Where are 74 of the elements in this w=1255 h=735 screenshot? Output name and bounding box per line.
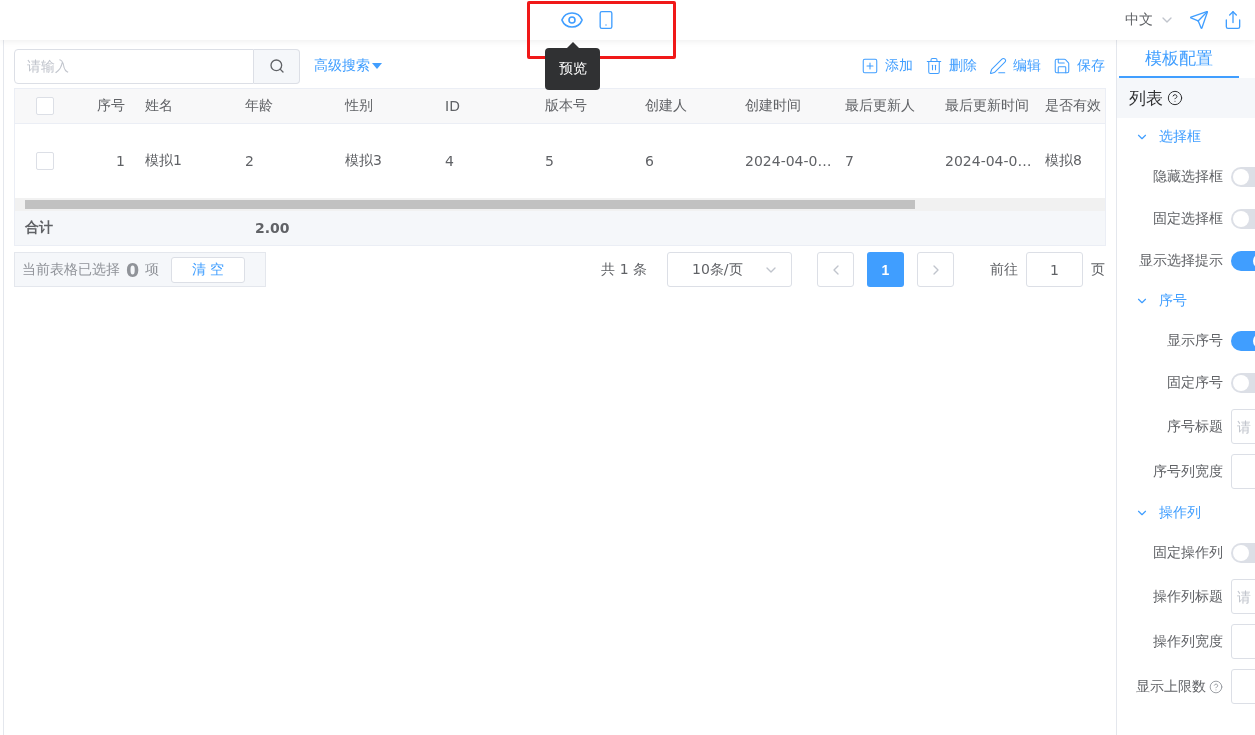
setting-label: 操作列宽度 <box>1152 632 1223 651</box>
setting-label: 隐藏选择框 <box>1152 168 1223 186</box>
column-header: 创建人 <box>644 97 688 115</box>
total-count: 共 1 条 <box>601 260 647 279</box>
group-header[interactable]: 序号 <box>1117 282 1255 320</box>
help-icon[interactable] <box>1167 90 1183 106</box>
setting-label: 显示上限数 <box>1117 677 1223 696</box>
page-button[interactable]: 1 <box>867 252 904 287</box>
trash-icon <box>925 57 943 75</box>
setting-label: 固定操作列 <box>1152 544 1223 562</box>
section-title: 列表 <box>1129 86 1163 110</box>
column-header: 是否有效 <box>1044 97 1102 115</box>
next-page-button[interactable] <box>917 252 954 287</box>
send-icon[interactable] <box>1189 10 1209 30</box>
advanced-search-link[interactable]: 高级搜索 <box>314 57 382 75</box>
save-button[interactable]: 保存 <box>1053 57 1105 75</box>
summary-label: 合计 <box>24 219 54 237</box>
search-field[interactable]: 请输入 <box>14 48 254 84</box>
selection-text: 当前表格已选择 <box>22 260 120 279</box>
goto-unit: 页 <box>1091 260 1105 279</box>
setting-label: 显示序号 <box>1166 332 1223 350</box>
column-header: 最后更新时间 <box>944 97 1030 115</box>
table-cell-text: 5 <box>544 153 555 169</box>
column-header: 年龄 <box>244 97 274 115</box>
search-button[interactable] <box>254 48 300 84</box>
table-cell-text: 4 <box>444 153 455 169</box>
table-cell-text: 模拟8 <box>1044 152 1083 170</box>
add-button[interactable]: 添加 <box>861 57 913 75</box>
delete-button[interactable]: 删除 <box>925 57 977 75</box>
setting-label: 固定序号 <box>1166 374 1223 392</box>
column-header: 创建时间 <box>744 97 802 115</box>
share-icon[interactable] <box>1223 10 1243 30</box>
table-cell-text: 1 <box>115 153 126 169</box>
edit-button[interactable]: 编辑 <box>989 57 1041 75</box>
goto-field[interactable]: 1 <box>1026 252 1083 287</box>
language-select[interactable]: 中文 <box>1125 11 1175 29</box>
text-field[interactable]: 请 <box>1231 579 1255 614</box>
tooltip-arrow <box>566 42 579 48</box>
column-header: ID <box>444 98 461 114</box>
table-cell-text: 7 <box>844 153 855 169</box>
setting-label: 序号标题 <box>1166 417 1223 436</box>
column-header: 序号 <box>96 97 126 115</box>
column-header: 最后更新人 <box>844 97 916 115</box>
tooltip: 预览 <box>545 48 600 90</box>
column-header: 性别 <box>343 97 374 115</box>
column-header: 版本号 <box>544 97 588 115</box>
table-cell-text: 模拟1 <box>144 152 183 170</box>
setting-label: 序号列宽度 <box>1152 462 1223 481</box>
caret-down-icon <box>372 63 382 69</box>
checkbox[interactable] <box>36 97 54 115</box>
table-cell-text: 6 <box>644 153 655 169</box>
clear-button[interactable]: 清 空 <box>171 256 246 283</box>
text-field[interactable]: 请 <box>1231 409 1255 444</box>
page-size-select[interactable]: 10条/页 <box>667 252 792 287</box>
pen-icon <box>989 57 1007 75</box>
table-cell-text: 模拟3 <box>344 152 383 170</box>
table-cell-text: 2024-04-0… <box>744 153 833 169</box>
setting-label: 操作列标题 <box>1152 587 1223 606</box>
group-header[interactable]: 选择框 <box>1117 118 1255 156</box>
group-header[interactable]: 操作列 <box>1117 494 1255 532</box>
table-cell-text: 2024-04-0… <box>944 153 1033 169</box>
horizontal-scrollbar[interactable] <box>15 198 1105 211</box>
search-icon <box>268 58 285 74</box>
setting-label: 固定选择框 <box>1152 210 1223 228</box>
setting-label: 显示选择提示 <box>1138 252 1223 270</box>
previous-page-button[interactable] <box>817 252 854 287</box>
selection-count: 0 <box>126 258 140 281</box>
selection-unit: 项 <box>145 260 160 279</box>
checkbox[interactable] <box>36 152 54 170</box>
table-cell-text: 2 <box>244 153 255 169</box>
goto-label: 前往 <box>990 260 1018 279</box>
summary-value: 2.00 <box>254 220 290 236</box>
plus-square-icon <box>861 57 879 75</box>
column-header: 姓名 <box>144 97 174 115</box>
